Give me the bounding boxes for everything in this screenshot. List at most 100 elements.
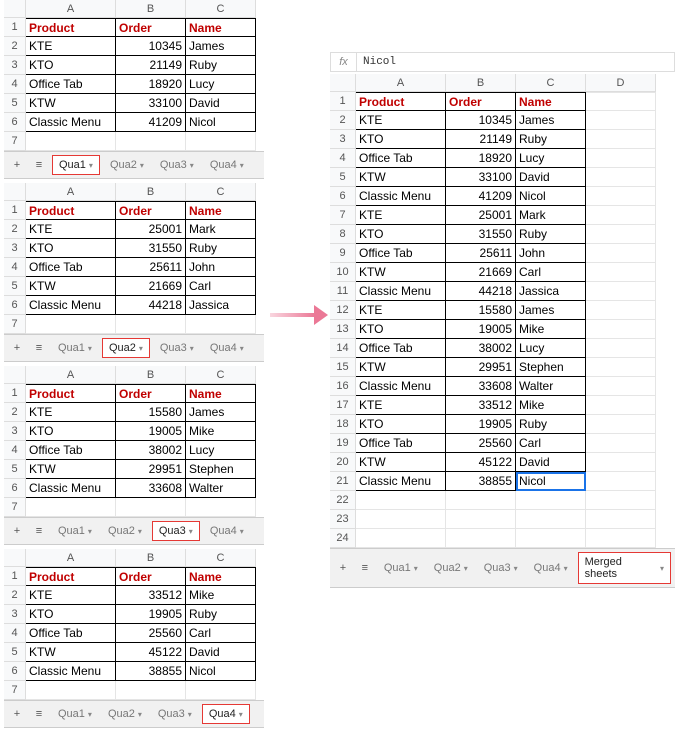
header-name[interactable]: Name xyxy=(186,567,256,586)
cell-name[interactable]: James xyxy=(516,111,586,130)
cell-name[interactable]: Mark xyxy=(186,220,256,239)
cell-order[interactable]: 18920 xyxy=(116,75,186,94)
tab-merged-sheets[interactable]: Merged sheets▾ xyxy=(578,552,671,584)
cell-name[interactable]: Ruby xyxy=(516,415,586,434)
cell-order[interactable]: 44218 xyxy=(116,296,186,315)
cell-order[interactable]: 19005 xyxy=(446,320,516,339)
cell-product[interactable]: Office Tab xyxy=(26,624,116,643)
tab-Qua3[interactable]: Qua3▾ xyxy=(152,521,200,541)
cell-order[interactable]: 21669 xyxy=(446,263,516,282)
cell-order[interactable]: 19005 xyxy=(116,422,186,441)
cell-order[interactable]: 10345 xyxy=(116,37,186,56)
all-sheets-icon[interactable]: ≡ xyxy=(30,705,48,723)
header-order[interactable]: Order xyxy=(446,92,516,111)
tab-Qua4[interactable]: Qua4▾ xyxy=(204,339,250,357)
cell-name[interactable]: John xyxy=(516,244,586,263)
row-header[interactable]: 6 xyxy=(4,113,26,132)
add-sheet-icon[interactable]: + xyxy=(8,339,26,357)
header-product[interactable]: Product xyxy=(26,384,116,403)
cell-order[interactable]: 38855 xyxy=(116,662,186,681)
all-sheets-icon[interactable]: ≡ xyxy=(30,156,48,174)
cell-order[interactable]: 25001 xyxy=(446,206,516,225)
cell-name[interactable]: Carl xyxy=(516,434,586,453)
col-header[interactable]: B xyxy=(446,74,516,92)
header-product[interactable]: Product xyxy=(26,18,116,37)
header-name[interactable]: Name xyxy=(186,18,256,37)
cell-name[interactable]: Carl xyxy=(186,624,256,643)
row-header[interactable]: 1 xyxy=(4,201,26,220)
header-name[interactable]: Name xyxy=(186,201,256,220)
cell-order[interactable]: 38002 xyxy=(116,441,186,460)
cell-order[interactable]: 41209 xyxy=(116,113,186,132)
cell-product[interactable]: Classic Menu xyxy=(26,662,116,681)
col-header[interactable]: C xyxy=(186,366,256,384)
cell-name[interactable]: David xyxy=(516,168,586,187)
row-header[interactable]: 17 xyxy=(330,396,356,415)
cell-order[interactable]: 21149 xyxy=(116,56,186,75)
cell-order[interactable]: 33512 xyxy=(446,396,516,415)
col-header[interactable]: A xyxy=(356,74,446,92)
cell-order[interactable]: 15580 xyxy=(116,403,186,422)
row-header[interactable]: 3 xyxy=(4,422,26,441)
cell-order[interactable]: 38855 xyxy=(446,472,516,491)
cell-order[interactable]: 33608 xyxy=(446,377,516,396)
row-header[interactable]: 20 xyxy=(330,453,356,472)
row-header[interactable]: 16 xyxy=(330,377,356,396)
cell-product[interactable]: KTW xyxy=(26,277,116,296)
cell-name[interactable]: Walter xyxy=(186,479,256,498)
row-header[interactable]: 4 xyxy=(4,258,26,277)
cell-product[interactable]: KTO xyxy=(356,415,446,434)
col-header[interactable]: B xyxy=(116,0,186,18)
row-header[interactable]: 1 xyxy=(330,92,356,111)
tab-Qua2[interactable]: Qua2▾ xyxy=(102,705,148,723)
header-order[interactable]: Order xyxy=(116,18,186,37)
cell-name[interactable]: Jassica xyxy=(186,296,256,315)
row-header[interactable]: 18 xyxy=(330,415,356,434)
cell-product[interactable]: Office Tab xyxy=(356,244,446,263)
row-header[interactable]: 23 xyxy=(330,510,356,529)
tab-qua1[interactable]: Qua1▾ xyxy=(378,559,424,577)
cell-product[interactable]: Office Tab xyxy=(26,441,116,460)
cell-name[interactable]: Ruby xyxy=(186,239,256,258)
row-header[interactable]: 2 xyxy=(4,586,26,605)
cell-order[interactable]: 29951 xyxy=(116,460,186,479)
tab-Qua3[interactable]: Qua3▾ xyxy=(154,339,200,357)
cell-product[interactable]: KTW xyxy=(356,453,446,472)
row-header[interactable]: 7 xyxy=(4,132,26,151)
row-header[interactable]: 14 xyxy=(330,339,356,358)
tab-Qua1[interactable]: Qua1▾ xyxy=(52,155,100,175)
cell-product[interactable]: KTO xyxy=(356,225,446,244)
cell-order[interactable]: 21669 xyxy=(116,277,186,296)
cell-name[interactable]: Lucy xyxy=(186,75,256,94)
cell-order[interactable]: 44218 xyxy=(446,282,516,301)
cell-name[interactable]: Ruby xyxy=(186,56,256,75)
row-header[interactable]: 5 xyxy=(4,94,26,113)
row-header[interactable]: 6 xyxy=(4,662,26,681)
row-header[interactable]: 6 xyxy=(330,187,356,206)
cell-order[interactable]: 25560 xyxy=(446,434,516,453)
row-header[interactable]: 7 xyxy=(4,498,26,517)
row-header[interactable]: 15 xyxy=(330,358,356,377)
tab-Qua1[interactable]: Qua1▾ xyxy=(52,339,98,357)
header-name[interactable]: Name xyxy=(516,92,586,111)
cell-name[interactable]: Ruby xyxy=(516,225,586,244)
formula-value[interactable]: Nicol xyxy=(357,56,396,68)
row-header[interactable]: 13 xyxy=(330,320,356,339)
header-product[interactable]: Product xyxy=(356,92,446,111)
cell-product[interactable]: KTE xyxy=(356,111,446,130)
cell-product[interactable]: KTE xyxy=(26,586,116,605)
cell-name[interactable]: Ruby xyxy=(186,605,256,624)
row-header[interactable]: 7 xyxy=(330,206,356,225)
cell-name[interactable]: Nicol xyxy=(186,113,256,132)
cell-name[interactable]: Lucy xyxy=(516,339,586,358)
cell-product[interactable]: KTW xyxy=(356,168,446,187)
cell-name[interactable]: Nicol xyxy=(516,187,586,206)
cell-product[interactable]: Classic Menu xyxy=(356,377,446,396)
cell-product[interactable]: Office Tab xyxy=(356,434,446,453)
cell-product[interactable]: KTO xyxy=(26,239,116,258)
add-sheet-icon[interactable]: + xyxy=(8,705,26,723)
cell-product[interactable]: KTE xyxy=(26,403,116,422)
cell-product[interactable]: KTO xyxy=(26,422,116,441)
cell-order[interactable]: 29951 xyxy=(446,358,516,377)
cell-product[interactable]: KTW xyxy=(26,460,116,479)
